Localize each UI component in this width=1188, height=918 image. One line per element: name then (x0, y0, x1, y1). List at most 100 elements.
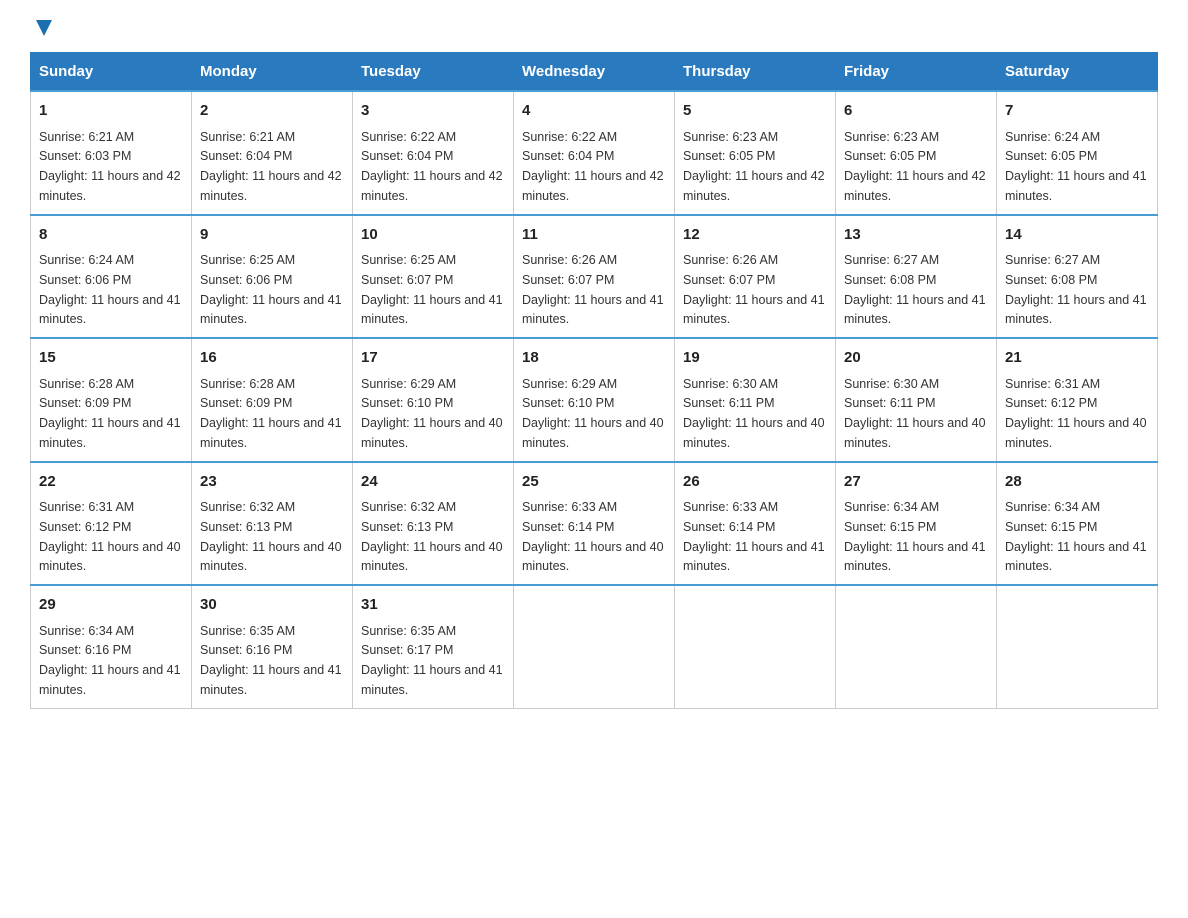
calendar-cell (997, 585, 1158, 708)
day-sunset: Sunset: 6:04 PM (522, 149, 614, 163)
day-number: 23 (200, 471, 344, 494)
day-sunrise: Sunrise: 6:34 AM (39, 624, 134, 638)
day-sunset: Sunset: 6:11 PM (844, 396, 936, 410)
day-daylight: Daylight: 11 hours and 41 minutes. (200, 663, 342, 697)
calendar-table: SundayMondayTuesdayWednesdayThursdayFrid… (30, 52, 1158, 709)
day-number: 7 (1005, 100, 1149, 123)
weekday-header-saturday: Saturday (997, 53, 1158, 92)
day-sunrise: Sunrise: 6:27 AM (1005, 253, 1100, 267)
day-sunset: Sunset: 6:04 PM (200, 149, 292, 163)
day-daylight: Daylight: 11 hours and 41 minutes. (39, 663, 181, 697)
day-daylight: Daylight: 11 hours and 40 minutes. (1005, 416, 1147, 450)
day-sunset: Sunset: 6:10 PM (522, 396, 614, 410)
day-sunset: Sunset: 6:07 PM (522, 273, 614, 287)
day-sunrise: Sunrise: 6:29 AM (361, 377, 456, 391)
day-number: 31 (361, 594, 505, 617)
calendar-cell: 15Sunrise: 6:28 AMSunset: 6:09 PMDayligh… (31, 338, 192, 462)
day-daylight: Daylight: 11 hours and 41 minutes. (844, 540, 986, 574)
day-sunset: Sunset: 6:17 PM (361, 643, 453, 657)
day-daylight: Daylight: 11 hours and 41 minutes. (39, 293, 181, 327)
calendar-cell: 6Sunrise: 6:23 AMSunset: 6:05 PMDaylight… (836, 91, 997, 215)
day-sunrise: Sunrise: 6:22 AM (361, 130, 456, 144)
calendar-week-2: 8Sunrise: 6:24 AMSunset: 6:06 PMDaylight… (31, 215, 1158, 339)
day-daylight: Daylight: 11 hours and 41 minutes. (361, 663, 503, 697)
day-number: 10 (361, 224, 505, 247)
day-daylight: Daylight: 11 hours and 42 minutes. (361, 169, 503, 203)
calendar-week-5: 29Sunrise: 6:34 AMSunset: 6:16 PMDayligh… (31, 585, 1158, 708)
day-sunset: Sunset: 6:09 PM (39, 396, 131, 410)
day-number: 16 (200, 347, 344, 370)
calendar-body: 1Sunrise: 6:21 AMSunset: 6:03 PMDaylight… (31, 91, 1158, 708)
calendar-cell: 3Sunrise: 6:22 AMSunset: 6:04 PMDaylight… (353, 91, 514, 215)
calendar-cell: 8Sunrise: 6:24 AMSunset: 6:06 PMDaylight… (31, 215, 192, 339)
day-number: 18 (522, 347, 666, 370)
logo-arrow-icon (32, 16, 56, 40)
day-sunset: Sunset: 6:06 PM (200, 273, 292, 287)
day-sunset: Sunset: 6:12 PM (1005, 396, 1097, 410)
day-daylight: Daylight: 11 hours and 41 minutes. (200, 416, 342, 450)
calendar-cell: 1Sunrise: 6:21 AMSunset: 6:03 PMDaylight… (31, 91, 192, 215)
day-number: 21 (1005, 347, 1149, 370)
calendar-header: SundayMondayTuesdayWednesdayThursdayFrid… (31, 53, 1158, 92)
calendar-cell: 2Sunrise: 6:21 AMSunset: 6:04 PMDaylight… (192, 91, 353, 215)
calendar-cell: 23Sunrise: 6:32 AMSunset: 6:13 PMDayligh… (192, 462, 353, 586)
day-sunset: Sunset: 6:16 PM (200, 643, 292, 657)
day-number: 2 (200, 100, 344, 123)
day-sunset: Sunset: 6:08 PM (1005, 273, 1097, 287)
day-sunset: Sunset: 6:11 PM (683, 396, 775, 410)
day-number: 24 (361, 471, 505, 494)
weekday-header-wednesday: Wednesday (514, 53, 675, 92)
day-number: 28 (1005, 471, 1149, 494)
day-number: 22 (39, 471, 183, 494)
day-sunset: Sunset: 6:15 PM (1005, 520, 1097, 534)
day-sunrise: Sunrise: 6:35 AM (361, 624, 456, 638)
calendar-cell (836, 585, 997, 708)
day-sunset: Sunset: 6:05 PM (1005, 149, 1097, 163)
day-sunrise: Sunrise: 6:24 AM (39, 253, 134, 267)
calendar-cell: 13Sunrise: 6:27 AMSunset: 6:08 PMDayligh… (836, 215, 997, 339)
day-sunset: Sunset: 6:04 PM (361, 149, 453, 163)
day-sunrise: Sunrise: 6:26 AM (683, 253, 778, 267)
day-sunrise: Sunrise: 6:23 AM (844, 130, 939, 144)
day-daylight: Daylight: 11 hours and 41 minutes. (844, 293, 986, 327)
calendar-week-3: 15Sunrise: 6:28 AMSunset: 6:09 PMDayligh… (31, 338, 1158, 462)
calendar-cell: 29Sunrise: 6:34 AMSunset: 6:16 PMDayligh… (31, 585, 192, 708)
day-daylight: Daylight: 11 hours and 40 minutes. (361, 540, 503, 574)
calendar-cell: 27Sunrise: 6:34 AMSunset: 6:15 PMDayligh… (836, 462, 997, 586)
day-sunrise: Sunrise: 6:25 AM (200, 253, 295, 267)
day-daylight: Daylight: 11 hours and 40 minutes. (522, 416, 664, 450)
day-daylight: Daylight: 11 hours and 41 minutes. (683, 293, 825, 327)
day-sunrise: Sunrise: 6:25 AM (361, 253, 456, 267)
day-number: 27 (844, 471, 988, 494)
weekday-header-sunday: Sunday (31, 53, 192, 92)
day-number: 1 (39, 100, 183, 123)
day-number: 25 (522, 471, 666, 494)
day-sunrise: Sunrise: 6:21 AM (39, 130, 134, 144)
day-daylight: Daylight: 11 hours and 42 minutes. (683, 169, 825, 203)
calendar-cell (675, 585, 836, 708)
day-sunset: Sunset: 6:14 PM (522, 520, 614, 534)
day-sunrise: Sunrise: 6:30 AM (683, 377, 778, 391)
calendar-cell: 9Sunrise: 6:25 AMSunset: 6:06 PMDaylight… (192, 215, 353, 339)
day-sunrise: Sunrise: 6:34 AM (844, 500, 939, 514)
day-sunset: Sunset: 6:10 PM (361, 396, 453, 410)
day-number: 4 (522, 100, 666, 123)
calendar-cell: 18Sunrise: 6:29 AMSunset: 6:10 PMDayligh… (514, 338, 675, 462)
calendar-cell: 10Sunrise: 6:25 AMSunset: 6:07 PMDayligh… (353, 215, 514, 339)
weekday-header-friday: Friday (836, 53, 997, 92)
calendar-week-1: 1Sunrise: 6:21 AMSunset: 6:03 PMDaylight… (31, 91, 1158, 215)
day-sunset: Sunset: 6:07 PM (683, 273, 775, 287)
day-number: 30 (200, 594, 344, 617)
day-sunset: Sunset: 6:13 PM (361, 520, 453, 534)
day-daylight: Daylight: 11 hours and 42 minutes. (39, 169, 181, 203)
day-daylight: Daylight: 11 hours and 41 minutes. (1005, 169, 1147, 203)
day-sunrise: Sunrise: 6:24 AM (1005, 130, 1100, 144)
calendar-cell: 14Sunrise: 6:27 AMSunset: 6:08 PMDayligh… (997, 215, 1158, 339)
calendar-cell: 16Sunrise: 6:28 AMSunset: 6:09 PMDayligh… (192, 338, 353, 462)
day-number: 12 (683, 224, 827, 247)
calendar-cell: 30Sunrise: 6:35 AMSunset: 6:16 PMDayligh… (192, 585, 353, 708)
logo (30, 20, 56, 32)
day-sunrise: Sunrise: 6:32 AM (361, 500, 456, 514)
calendar-cell: 4Sunrise: 6:22 AMSunset: 6:04 PMDaylight… (514, 91, 675, 215)
day-sunrise: Sunrise: 6:33 AM (522, 500, 617, 514)
